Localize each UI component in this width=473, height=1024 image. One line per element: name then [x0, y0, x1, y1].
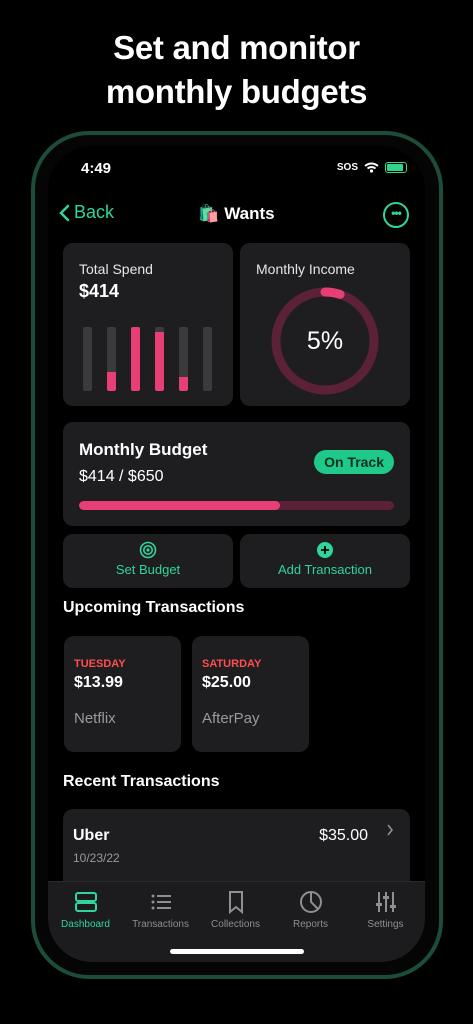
budget-amount: $414 / $650	[79, 468, 164, 485]
upcoming-merchant: Netflix	[74, 710, 116, 727]
bookmark-icon	[228, 891, 243, 914]
more-options-button[interactable]: •••	[383, 202, 409, 228]
spend-bar	[131, 327, 140, 391]
upcoming-merchant: AfterPay	[202, 710, 260, 727]
budget-progress-bar	[79, 501, 394, 510]
list-icon	[151, 894, 171, 910]
sliders-icon	[375, 892, 396, 912]
income-ring	[271, 287, 379, 395]
monthly-budget-card[interactable]: Monthly Budget $414 / $650 On Track	[63, 422, 410, 526]
tab-label: Collections	[211, 919, 260, 930]
set-budget-label: Set Budget	[115, 562, 181, 577]
tab-settings[interactable]: Settings	[348, 890, 423, 930]
spend-bar	[83, 327, 92, 391]
wifi-icon	[364, 162, 379, 173]
upcoming-day: SATURDAY	[202, 658, 262, 670]
spend-bar	[155, 327, 164, 391]
headline-line-1: Set and monitor	[113, 29, 360, 66]
tab-label: Settings	[367, 919, 404, 930]
headline-line-2: monthly budgets	[105, 73, 368, 110]
home-indicator	[170, 949, 304, 954]
income-percent: 5%	[306, 327, 344, 355]
upcoming-amount: $13.99	[74, 674, 123, 691]
tab-collections[interactable]: Collections	[198, 890, 273, 930]
tab-dashboard[interactable]: Dashboard	[48, 890, 123, 930]
spend-bar	[203, 327, 212, 391]
tab-label: Dashboard	[61, 919, 110, 930]
tab-label: Reports	[292, 919, 328, 930]
transaction-amount: $35.00	[319, 827, 368, 844]
dashboard-icon	[74, 892, 97, 912]
tab-label: Transactions	[132, 919, 189, 930]
monthly-budget-label: Monthly Budget	[79, 440, 208, 459]
spend-bar	[107, 327, 116, 391]
tab-transactions[interactable]: Transactions	[123, 890, 198, 930]
battery-icon	[385, 162, 407, 173]
tab-bar: Dashboard Transactions Collections Repor…	[48, 881, 425, 962]
add-transaction-button[interactable]: Add Transaction	[240, 534, 410, 588]
plus-circle-icon	[317, 542, 333, 558]
status-time: 4:49	[81, 160, 112, 177]
total-spend-label: Total Spend	[79, 261, 153, 277]
add-transaction-label: Add Transaction	[278, 562, 372, 577]
chevron-right-icon	[387, 824, 394, 836]
tab-reports[interactable]: Reports	[273, 890, 348, 930]
nav-bar: Back 🛍️ Wants •••	[48, 200, 425, 234]
target-icon	[139, 541, 157, 559]
upcoming-section-title: Upcoming Transactions	[63, 599, 245, 616]
total-spend-card[interactable]: Total Spend $414	[63, 243, 233, 406]
upcoming-card[interactable]: TUESDAY $13.99 Netflix	[64, 636, 181, 752]
page-title: 🛍️ Wants	[48, 204, 425, 224]
app-screen: 4:49 SOS Back 🛍️ Wants ••• Total Spend $…	[48, 146, 425, 962]
page-title-text: Wants	[224, 204, 275, 223]
upcoming-card[interactable]: SATURDAY $25.00 AfterPay	[192, 636, 309, 752]
status-badge: On Track	[314, 450, 394, 474]
upcoming-day: TUESDAY	[74, 658, 126, 670]
spend-bar	[179, 327, 188, 391]
upcoming-amount: $25.00	[202, 674, 251, 691]
transaction-merchant: Uber	[73, 827, 110, 844]
total-spend-value: $414	[79, 281, 120, 301]
carrier-text: SOS	[336, 162, 358, 173]
status-bar: 4:49 SOS	[48, 160, 425, 180]
set-budget-button[interactable]: Set Budget	[63, 534, 233, 588]
shopping-bag-icon: 🛍️	[198, 204, 220, 223]
transaction-date: 10/23/22	[73, 851, 120, 865]
monthly-income-card[interactable]: Monthly Income 5%	[240, 243, 410, 406]
spend-bar-chart	[83, 327, 212, 391]
pie-chart-icon	[299, 891, 322, 913]
recent-section-title: Recent Transactions	[63, 773, 220, 790]
marketing-headline: Set and monitor monthly budgets	[0, 26, 473, 114]
